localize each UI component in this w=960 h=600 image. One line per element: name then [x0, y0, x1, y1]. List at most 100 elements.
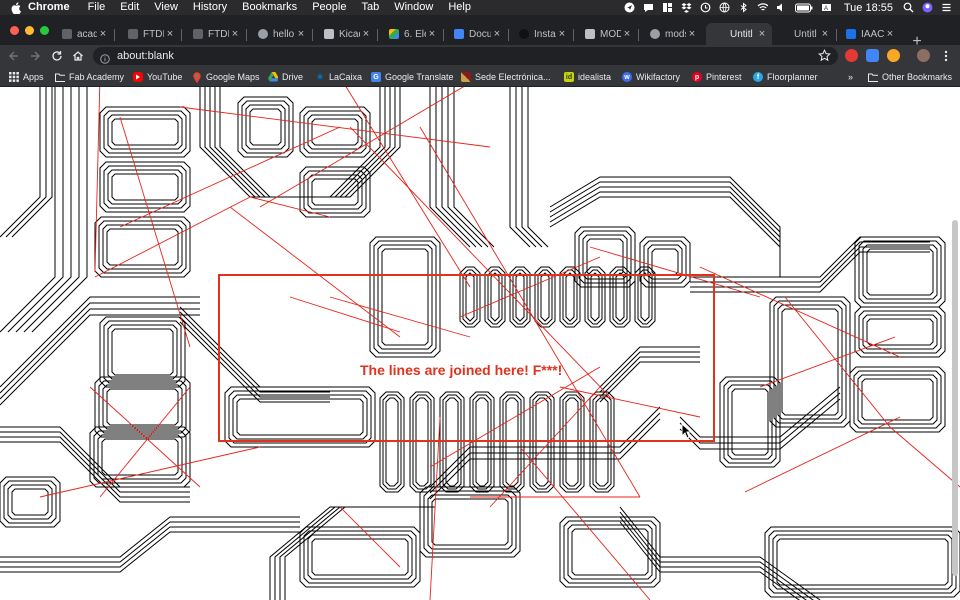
menubar-clock[interactable]: Tue 18:55 [844, 2, 893, 14]
tab-close-icon[interactable]: × [295, 28, 307, 40]
bookmark-google-maps[interactable]: Google Maps [192, 70, 260, 84]
bookmark-other-bookmarks[interactable]: Other Bookmarks [868, 70, 952, 84]
bookmark-drive[interactable]: Drive [268, 70, 303, 84]
toolpath-trace [857, 374, 938, 425]
bookmark-lacaixa[interactable]: ✶ LaCaixa [315, 70, 362, 84]
tab-ftdi-1[interactable]: FTDI-× [122, 23, 180, 45]
extension-red-icon[interactable] [845, 49, 858, 62]
tab-install[interactable]: Instal × [513, 23, 572, 45]
toolpath-trace [731, 388, 769, 456]
toolpath-trace [103, 320, 182, 384]
reload-icon[interactable] [49, 48, 65, 64]
tab-kicad[interactable]: Kicad× [318, 23, 376, 45]
dropbox-icon[interactable] [681, 2, 692, 13]
tab-close-icon[interactable]: × [556, 28, 568, 40]
tab-mods-upper[interactable]: MODS× [579, 23, 637, 45]
menu-help[interactable]: Help [448, 0, 471, 15]
bookmark-youtube[interactable]: YouTube [133, 70, 182, 84]
rapid-move-line [119, 116, 191, 348]
back-arrow-icon[interactable] [6, 48, 22, 64]
toolpath-trace [97, 434, 183, 480]
menu-file[interactable]: File [88, 0, 106, 15]
tab-close-icon[interactable]: × [756, 28, 768, 40]
notification-center-icon[interactable] [941, 2, 952, 13]
navigation-status-icon[interactable] [624, 2, 635, 13]
tab-electronics[interactable]: 6. Ele× [383, 23, 442, 45]
tab-close-icon[interactable]: × [686, 28, 698, 40]
url-input[interactable] [117, 50, 717, 62]
battery-icon[interactable] [794, 2, 813, 13]
tab-untitled-active[interactable]: Untitl × [706, 23, 772, 45]
star-icon[interactable] [818, 49, 831, 62]
toolpath-trace [858, 310, 942, 354]
user-avatar-icon[interactable] [922, 2, 933, 13]
home-icon[interactable] [70, 48, 86, 64]
tab-hello[interactable]: hello. × [252, 23, 311, 45]
bookmark-floorplanner[interactable]: f Floorplanner [753, 70, 818, 84]
tab-title: acade [77, 28, 97, 40]
window-close-button[interactable] [10, 26, 19, 35]
bookmark-wikifactory[interactable]: w Wikifactory [622, 70, 680, 84]
globe-status-icon[interactable] [719, 2, 730, 13]
apple-logo-icon[interactable] [10, 1, 22, 14]
tab-close-icon[interactable]: × [819, 28, 831, 40]
vertical-scrollbar[interactable] [952, 220, 958, 576]
google-drive-icon [268, 72, 278, 82]
time-machine-icon[interactable] [700, 2, 711, 13]
bookmarks-overflow-chevron-icon[interactable]: » [848, 70, 853, 84]
tab-close-icon[interactable]: × [884, 28, 896, 40]
volume-icon[interactable] [776, 2, 787, 13]
menu-app-name[interactable]: Chrome [28, 0, 70, 15]
menu-history[interactable]: History [193, 0, 227, 15]
menu-edit[interactable]: Edit [120, 0, 139, 15]
browser-toolbar [0, 45, 960, 67]
tab-close-icon[interactable]: × [491, 28, 503, 40]
bluetooth-icon[interactable] [738, 2, 749, 13]
tab-mods[interactable]: mods× [644, 23, 702, 45]
tab-close-icon[interactable]: × [621, 28, 633, 40]
bookmark-sede-electronica[interactable]: Sede Electrónica... [461, 70, 551, 84]
bookmark-pinterest[interactable]: p Pinterest [692, 70, 742, 84]
tab-close-icon[interactable]: × [164, 28, 176, 40]
windows-grid-icon[interactable] [662, 2, 673, 13]
menu-bookmarks[interactable]: Bookmarks [242, 0, 297, 15]
bookmark-label: YouTube [147, 72, 183, 82]
spotlight-search-icon[interactable] [903, 2, 914, 13]
chat-status-icon[interactable] [643, 2, 654, 13]
tab-iaac[interactable]: IAAC × [840, 23, 900, 45]
tab-title: Instal [534, 28, 556, 40]
extension-translate-icon[interactable] [866, 49, 879, 62]
tab-untitled[interactable]: Untitl × [774, 23, 835, 45]
bookmark-idealista[interactable]: id idealista [564, 70, 611, 84]
keyboard-input-icon[interactable]: A [821, 2, 832, 13]
tab-academy[interactable]: acade× [56, 23, 113, 45]
kebab-menu-icon[interactable] [938, 48, 954, 64]
bookmark-google-translate[interactable]: G Google Translate [371, 70, 454, 84]
address-bar[interactable] [93, 47, 838, 65]
tab-close-icon[interactable]: × [360, 28, 372, 40]
tab-close-icon[interactable]: × [426, 28, 438, 40]
tab-docs[interactable]: Docu × [448, 23, 507, 45]
bookmark-apps[interactable]: Apps [9, 70, 44, 84]
profile-avatar-icon[interactable] [917, 49, 930, 62]
window-zoom-button[interactable] [40, 26, 49, 35]
menu-tab[interactable]: Tab [361, 0, 379, 15]
tab-close-icon[interactable]: × [229, 28, 241, 40]
wifi-icon[interactable] [757, 2, 768, 13]
window-minimize-button[interactable] [25, 26, 34, 35]
toolpath-trace [612, 269, 628, 325]
info-icon[interactable] [100, 51, 110, 64]
menu-view[interactable]: View [154, 0, 178, 15]
bookmark-label: Pinterest [706, 72, 742, 82]
extension-yellow-icon[interactable] [887, 49, 900, 62]
tab-close-icon[interactable]: × [97, 28, 109, 40]
forward-arrow-icon[interactable] [27, 48, 43, 64]
toolpath-trace [102, 384, 183, 430]
bookmark-label: Floorplanner [767, 72, 818, 82]
tab-title: mods [665, 28, 686, 40]
menu-people[interactable]: People [312, 0, 346, 15]
toolpath-trace [773, 300, 847, 424]
tab-ftdi-2[interactable]: FTDI-× [187, 23, 245, 45]
menu-window[interactable]: Window [394, 0, 433, 15]
bookmark-fab-academy[interactable]: Fab Academy [55, 70, 124, 84]
